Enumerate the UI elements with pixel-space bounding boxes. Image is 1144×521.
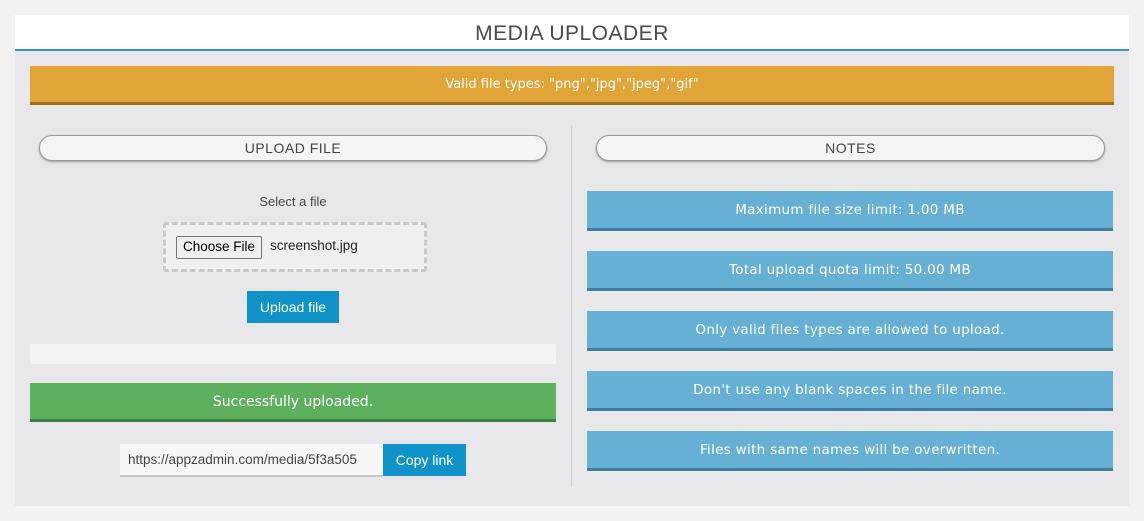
file-dropzone[interactable]: Choose File screenshot.jpg	[163, 222, 427, 272]
note-item: Maximum file size limit: 1.00 MB	[587, 191, 1113, 231]
choose-file-button[interactable]: Choose File	[176, 236, 263, 259]
note-item: Don't use any blank spaces in the file n…	[587, 371, 1113, 411]
copy-link-button[interactable]: Copy link	[383, 444, 466, 476]
column-divider	[571, 126, 572, 487]
page-header: MEDIA UPLOADER	[15, 15, 1129, 51]
valid-file-types-banner: Valid file types: "png","jpg","jpeg","gi…	[30, 66, 1114, 105]
note-item: Only valid files types are allowed to up…	[587, 311, 1113, 351]
media-uploader-panel: MEDIA UPLOADER Valid file types: "png","…	[15, 15, 1129, 506]
select-file-label: Select a file	[259, 194, 327, 209]
page-title: MEDIA UPLOADER	[475, 22, 669, 45]
uploaded-file-link-input[interactable]	[120, 444, 383, 477]
upload-file-section-title: UPLOAD FILE	[39, 135, 547, 161]
selected-file-name: screenshot.jpg	[270, 238, 358, 253]
upload-progress-bar	[30, 344, 556, 364]
upload-file-button[interactable]: Upload file	[247, 291, 339, 323]
note-item: Files with same names will be overwritte…	[587, 431, 1113, 471]
notes-section-title: NOTES	[596, 135, 1105, 161]
note-item: Total upload quota limit: 50.00 MB	[587, 251, 1113, 291]
upload-success-message: Successfully uploaded.	[30, 383, 556, 422]
upload-progress-fill	[30, 344, 556, 364]
